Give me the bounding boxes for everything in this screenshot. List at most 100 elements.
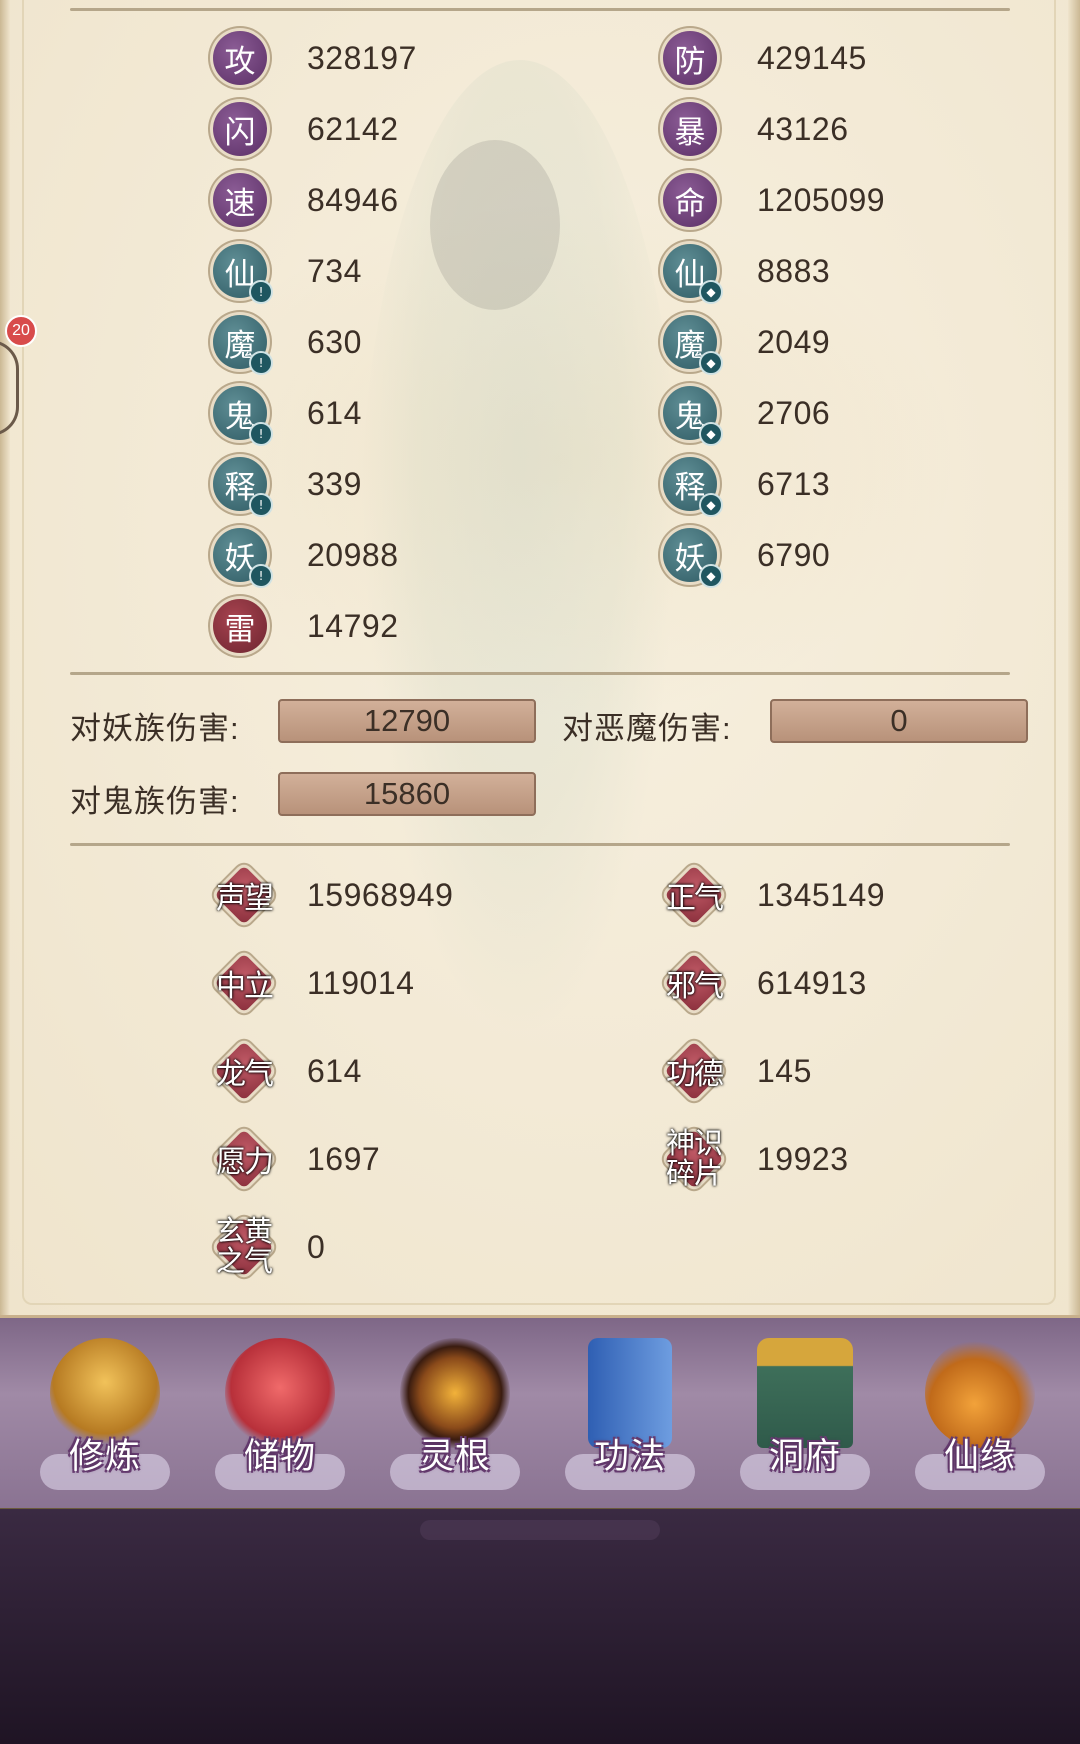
stat-value: 62142 bbox=[307, 110, 399, 147]
shield-badge-icon: ◆ bbox=[699, 493, 723, 517]
ghost-resist-icon: 鬼 ◆ bbox=[663, 386, 723, 446]
reputation-row: 声望 15968949 bbox=[213, 860, 453, 930]
stat-row: 妖! 20988 bbox=[213, 527, 399, 588]
health-icon: 命 bbox=[663, 173, 717, 227]
reputation-value: 0 bbox=[307, 1228, 326, 1265]
stat-value: 8883 bbox=[757, 252, 831, 289]
reputation-row: 龙气 614 bbox=[213, 1036, 362, 1106]
buddha-attack-icon: 释! bbox=[213, 457, 273, 517]
side-drawer-handle[interactable] bbox=[0, 340, 19, 436]
stat-value: 429145 bbox=[757, 39, 867, 76]
neutral-icon: 中立 bbox=[213, 952, 275, 1014]
attack-badge-icon: ! bbox=[249, 280, 273, 304]
dodge-icon: 闪 bbox=[213, 102, 267, 156]
nav-technique-button[interactable]: 功法 bbox=[555, 1338, 705, 1498]
stat-value: 734 bbox=[307, 252, 362, 289]
dragon-qi-icon: 龙气 bbox=[213, 1040, 275, 1102]
shield-badge-icon: ◆ bbox=[699, 422, 723, 446]
reputation-value: 614 bbox=[307, 1052, 362, 1089]
reputation-row: 神识碎片 19923 bbox=[663, 1124, 848, 1194]
stat-value: 1205099 bbox=[757, 181, 886, 218]
attack-badge-icon: ! bbox=[249, 351, 273, 375]
reputation-row: 正气 1345149 bbox=[663, 860, 885, 930]
reputation-row: 功德 145 bbox=[663, 1036, 812, 1106]
stat-row: 妖 ◆ 6790 bbox=[663, 527, 831, 588]
nav-label-storage: 储物 bbox=[243, 1437, 316, 1476]
damage-value-ghost: 15860 bbox=[278, 772, 536, 816]
buddha-resist-icon: 释 ◆ bbox=[663, 457, 723, 517]
damage-label-yao: 对妖族伤害: bbox=[70, 711, 240, 746]
reputation-value: 145 bbox=[757, 1052, 812, 1089]
side-notification-badge: 20 bbox=[5, 315, 37, 347]
nav-label-fate: 仙缘 bbox=[943, 1437, 1016, 1476]
damage-value-yao: 12790 bbox=[278, 699, 536, 743]
nav-cave-button[interactable]: 洞府 bbox=[730, 1338, 880, 1498]
nav-fate-button[interactable]: 仙缘 bbox=[905, 1338, 1055, 1498]
reputation-value: 15968949 bbox=[307, 876, 454, 913]
reputation-row: 愿力 1697 bbox=[213, 1124, 380, 1194]
stat-row: 鬼! 614 bbox=[213, 385, 362, 446]
immortal-resist-icon: 仙 ◆ bbox=[663, 244, 723, 304]
attributes-panel: 攻 328197 闪 62142 速 84946 仙! 734 魔! 630 鬼! 614 … bbox=[0, 0, 1080, 1315]
stat-row: 暴 43126 bbox=[663, 101, 848, 157]
yao-attack-icon: 妖! bbox=[213, 528, 273, 588]
nav-spirit-root-button[interactable]: 灵根 bbox=[380, 1338, 530, 1498]
divider-damage bbox=[70, 672, 1010, 675]
shield-badge-icon: ◆ bbox=[699, 351, 723, 375]
damage-label-ghost: 对鬼族伤害: bbox=[70, 784, 240, 819]
prestige-icon: 声望 bbox=[213, 864, 275, 926]
reputation-value: 614913 bbox=[757, 964, 867, 1001]
attack-icon: 攻 bbox=[213, 31, 267, 85]
stat-value: 6713 bbox=[757, 465, 831, 502]
stat-value: 84946 bbox=[307, 181, 399, 218]
divine-sense-fragment-icon: 神识碎片 bbox=[663, 1128, 725, 1190]
merit-icon: 功德 bbox=[663, 1040, 725, 1102]
stat-value: 2049 bbox=[757, 323, 831, 360]
nav-cultivate-button[interactable]: 修炼 bbox=[30, 1338, 180, 1498]
stat-row: 魔! 630 bbox=[213, 314, 362, 375]
divider-top bbox=[70, 8, 1010, 11]
thunder-icon: 雷 bbox=[213, 599, 267, 653]
stat-value: 6790 bbox=[757, 536, 831, 573]
reputation-value: 119014 bbox=[307, 964, 415, 1001]
reputation-row: 玄黄之气 0 bbox=[213, 1212, 325, 1282]
evil-qi-icon: 邪气 bbox=[663, 952, 725, 1014]
bottom-background bbox=[0, 1509, 1080, 1744]
damage-value-demon: 0 bbox=[770, 699, 1028, 743]
nav-label-cultivate: 修炼 bbox=[68, 1437, 141, 1476]
nav-label-cave: 洞府 bbox=[768, 1437, 841, 1476]
shield-badge-icon: ◆ bbox=[699, 564, 723, 588]
nav-storage-button[interactable]: 储物 bbox=[205, 1338, 355, 1498]
attack-badge-icon: ! bbox=[249, 422, 273, 446]
stat-row: 攻 328197 bbox=[213, 30, 417, 86]
xuanhuang-qi-icon: 玄黄之气 bbox=[213, 1216, 275, 1278]
bottom-ornament bbox=[420, 1520, 660, 1540]
stat-row: 防 429145 bbox=[663, 30, 867, 86]
stat-value: 328197 bbox=[307, 39, 417, 76]
critical-icon: 暴 bbox=[663, 102, 717, 156]
attack-badge-icon: ! bbox=[249, 564, 273, 588]
demon-resist-icon: 魔 ◆ bbox=[663, 315, 723, 375]
bottom-nav-bar: 修炼 储物 灵根 功法 洞府 仙缘 bbox=[0, 1315, 1080, 1512]
stat-row: 鬼 ◆ 2706 bbox=[663, 385, 830, 446]
panel-left-edge bbox=[0, 0, 10, 1315]
divider-reputation bbox=[70, 843, 1010, 846]
nav-label-technique: 功法 bbox=[593, 1437, 666, 1476]
damage-label-demon: 对恶魔伤害: bbox=[562, 711, 732, 746]
demon-attack-icon: 魔! bbox=[213, 315, 273, 375]
nav-label-spirit-root: 灵根 bbox=[418, 1437, 491, 1476]
stat-row: 仙! 734 bbox=[213, 243, 362, 304]
stat-value: 20988 bbox=[307, 536, 399, 573]
defense-icon: 防 bbox=[663, 31, 717, 85]
stat-value: 630 bbox=[307, 323, 362, 360]
stat-row: 雷 14792 bbox=[213, 598, 398, 654]
stat-row: 仙 ◆ 8883 bbox=[663, 243, 831, 304]
stat-value: 614 bbox=[307, 394, 362, 431]
reputation-value: 1345149 bbox=[757, 876, 886, 913]
immortal-attack-icon: 仙! bbox=[213, 244, 273, 304]
stat-row: 释 ◆ 6713 bbox=[663, 456, 831, 517]
reputation-row: 邪气 614913 bbox=[663, 948, 867, 1018]
righteous-qi-icon: 正气 bbox=[663, 864, 725, 926]
speed-icon: 速 bbox=[213, 173, 267, 227]
stat-row: 命 1205099 bbox=[663, 172, 885, 228]
